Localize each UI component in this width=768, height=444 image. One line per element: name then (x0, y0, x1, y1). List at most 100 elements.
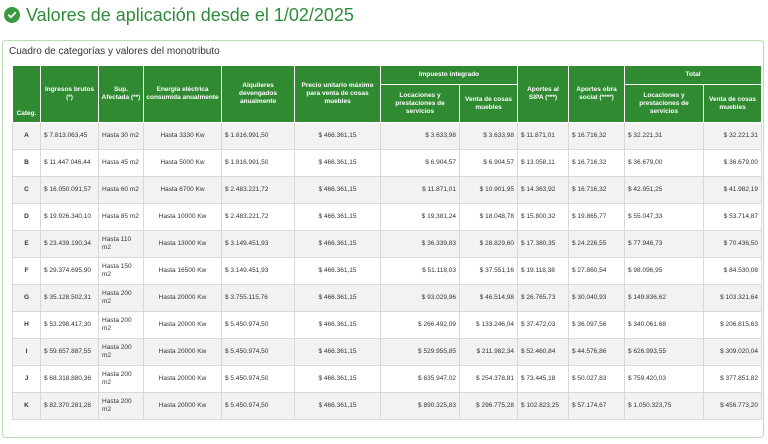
cell-total-venta: $ 206.815,63 (702, 311, 763, 339)
page-header: Valores de aplicación desde el 1/02/2025 (0, 0, 768, 30)
table-wrapper: Categ. Ingresos brutos (*) Sup. Afectada… (12, 65, 763, 420)
cell-impuesto-locaciones: $ 266.492,09 (380, 311, 460, 339)
cell-alquileres: $ 3.149.451,93 (221, 257, 295, 285)
cell-categoria: H (12, 311, 41, 339)
cell-energia: Hasta 3330 Kw (143, 122, 222, 150)
cell-sipa: $ 13.058,11 (517, 149, 569, 177)
cell-ingresos: $ 23.439.190,34 (40, 230, 99, 258)
cell-precio: $ 466.361,15 (294, 176, 381, 204)
cell-energia: Hasta 10000 Kw (143, 203, 222, 231)
cell-ingresos: $ 82.370.281,28 (40, 392, 99, 420)
cell-superficie: Hasta 110 m2 (98, 230, 144, 258)
cell-superficie: Hasta 150 m2 (98, 257, 144, 285)
cell-total-locaciones: $ 42.951,25 (624, 176, 704, 204)
cell-energia: Hasta 20000 Kw (143, 365, 222, 393)
cell-categoria: A (12, 122, 41, 150)
cell-sipa: $ 73.445,18 (517, 365, 569, 393)
cell-impuesto-locaciones: $ 529.955,85 (380, 338, 460, 366)
cell-total-venta: $ 377.851,82 (702, 365, 763, 393)
cell-categoria: J (12, 365, 41, 393)
cell-ingresos: $ 16.050.091,57 (40, 176, 99, 204)
table-row: J $ 68.318.880,36 Hasta 200 m2 Hasta 20000 … (12, 365, 763, 393)
cell-categoria: G (12, 284, 41, 312)
cell-alquileres: $ 5.450.974,50 (221, 392, 295, 420)
cell-total-venta: $ 32.221,31 (702, 122, 763, 150)
table-row: A $ 7.813.063,45 Hasta 30 m2 Hasta 3330 Kw $… (12, 122, 763, 150)
panel-title: Cuadro de categorías y valores del monot… (9, 46, 220, 57)
cell-obra-social: $ 57.174,67 (568, 392, 625, 420)
col-group-total: Total (623, 65, 763, 85)
cell-total-locaciones: $ 36.679,00 (624, 149, 704, 177)
cell-total-venta: $ 84.530,08 (702, 257, 763, 285)
cell-obra-social: $ 16.716,32 (568, 149, 625, 177)
cell-obra-social: $ 24.226,55 (568, 230, 625, 258)
header-group-row: Categ. Ingresos brutos (*) Sup. Afectada… (12, 65, 763, 123)
cell-obra-social: $ 44.576,86 (568, 338, 625, 366)
cell-ingresos: $ 11.447.046,44 (40, 149, 99, 177)
cell-impuesto-venta: $ 28.829,60 (459, 230, 518, 258)
cell-impuesto-venta: $ 37.551,16 (459, 257, 518, 285)
cell-obra-social: $ 16.716,32 (568, 122, 625, 150)
cell-impuesto-locaciones: $ 19.381,24 (380, 203, 460, 231)
cell-categoria: E (12, 230, 41, 258)
cell-categoria: K (12, 392, 41, 420)
cell-precio: $ 466.361,15 (294, 338, 381, 366)
table-body: A $ 7.813.063,45 Hasta 30 m2 Hasta 3330 Kw $… (12, 122, 763, 420)
cell-categoria: C (12, 176, 41, 204)
cell-sipa: $ 37.472,03 (517, 311, 569, 339)
cell-precio: $ 466.361,15 (294, 230, 381, 258)
cell-total-locaciones: $ 759.420,03 (624, 365, 704, 393)
cell-ingresos: $ 29.374.695,90 (40, 257, 99, 285)
cell-alquileres: $ 2.483.221,72 (221, 203, 295, 231)
col-header-imp-locaciones: Locaciones y prestaciones de servicios (380, 84, 460, 123)
cell-total-venta: $ 41.982,19 (702, 176, 763, 204)
cell-impuesto-venta: $ 10.901,95 (459, 176, 518, 204)
cell-impuesto-locaciones: $ 890.325,83 (380, 392, 460, 420)
cell-energia: Hasta 16500 Kw (143, 257, 222, 285)
categories-table: Categ. Ingresos brutos (*) Sup. Afectada… (12, 65, 763, 420)
cell-superficie: Hasta 200 m2 (98, 338, 144, 366)
cell-obra-social: $ 30.040,93 (568, 284, 625, 312)
cell-ingresos: $ 19.926.340,10 (40, 203, 99, 231)
cell-obra-social: $ 19.865,77 (568, 203, 625, 231)
cell-ingresos: $ 59.657.887,55 (40, 338, 99, 366)
cell-energia: Hasta 20000 Kw (143, 338, 222, 366)
table-row: B $ 11.447.046,44 Hasta 45 m2 Hasta 5000 Kw… (12, 149, 763, 177)
cell-sipa: $ 15.800,32 (517, 203, 569, 231)
col-header-categ: Categ. (12, 65, 41, 123)
cell-precio: $ 466.361,15 (294, 149, 381, 177)
cell-precio: $ 466.361,15 (294, 284, 381, 312)
cell-energia: Hasta 20000 Kw (143, 311, 222, 339)
col-header-energia: Energía eléctrica consumida anualmente (143, 65, 222, 123)
cell-categoria: F (12, 257, 41, 285)
cell-alquileres: $ 5.450.974,50 (221, 365, 295, 393)
cell-energia: Hasta 20000 Kw (143, 392, 222, 420)
cell-impuesto-venta: $ 254.378,81 (459, 365, 518, 393)
col-header-ingresos: Ingresos brutos (*) (40, 65, 99, 123)
cell-alquileres: $ 3.755.115,76 (221, 284, 295, 312)
cell-sipa: $ 26.765,73 (517, 284, 569, 312)
col-header-imp-venta: Venta de cosas muebles (459, 84, 518, 123)
table-row: I $ 59.657.887,55 Hasta 200 m2 Hasta 20000 … (12, 338, 763, 366)
table-row: K $ 82.370.281,28 Hasta 200 m2 Hasta 20000 … (12, 392, 763, 420)
cell-ingresos: $ 35.128.502,31 (40, 284, 99, 312)
col-group-impuesto: Impuesto integrado (380, 65, 518, 85)
cell-impuesto-locaciones: $ 51.118,03 (380, 257, 460, 285)
cell-total-locaciones: $ 340.061,68 (624, 311, 704, 339)
check-circle-icon (4, 7, 20, 23)
cell-obra-social: $ 16.716,32 (568, 176, 625, 204)
cell-precio: $ 466.361,15 (294, 365, 381, 393)
cell-alquileres: $ 3.149.451,93 (221, 230, 295, 258)
cell-impuesto-locaciones: $ 11.871,01 (380, 176, 460, 204)
cell-energia: Hasta 5000 Kw (143, 149, 222, 177)
cell-total-locaciones: $ 77.946,73 (624, 230, 704, 258)
cell-impuesto-venta: $ 46.514,98 (459, 284, 518, 312)
cell-precio: $ 466.361,15 (294, 203, 381, 231)
col-header-obra-social: Aportes obra social (****) (568, 65, 625, 123)
col-header-sipa: Aportes al SIPA (***) (517, 65, 569, 123)
cell-superficie: Hasta 200 m2 (98, 392, 144, 420)
cell-impuesto-venta: $ 211.982,34 (459, 338, 518, 366)
cell-precio: $ 466.361,15 (294, 257, 381, 285)
cell-superficie: Hasta 30 m2 (98, 122, 144, 150)
cell-alquileres: $ 2.483.221,72 (221, 176, 295, 204)
